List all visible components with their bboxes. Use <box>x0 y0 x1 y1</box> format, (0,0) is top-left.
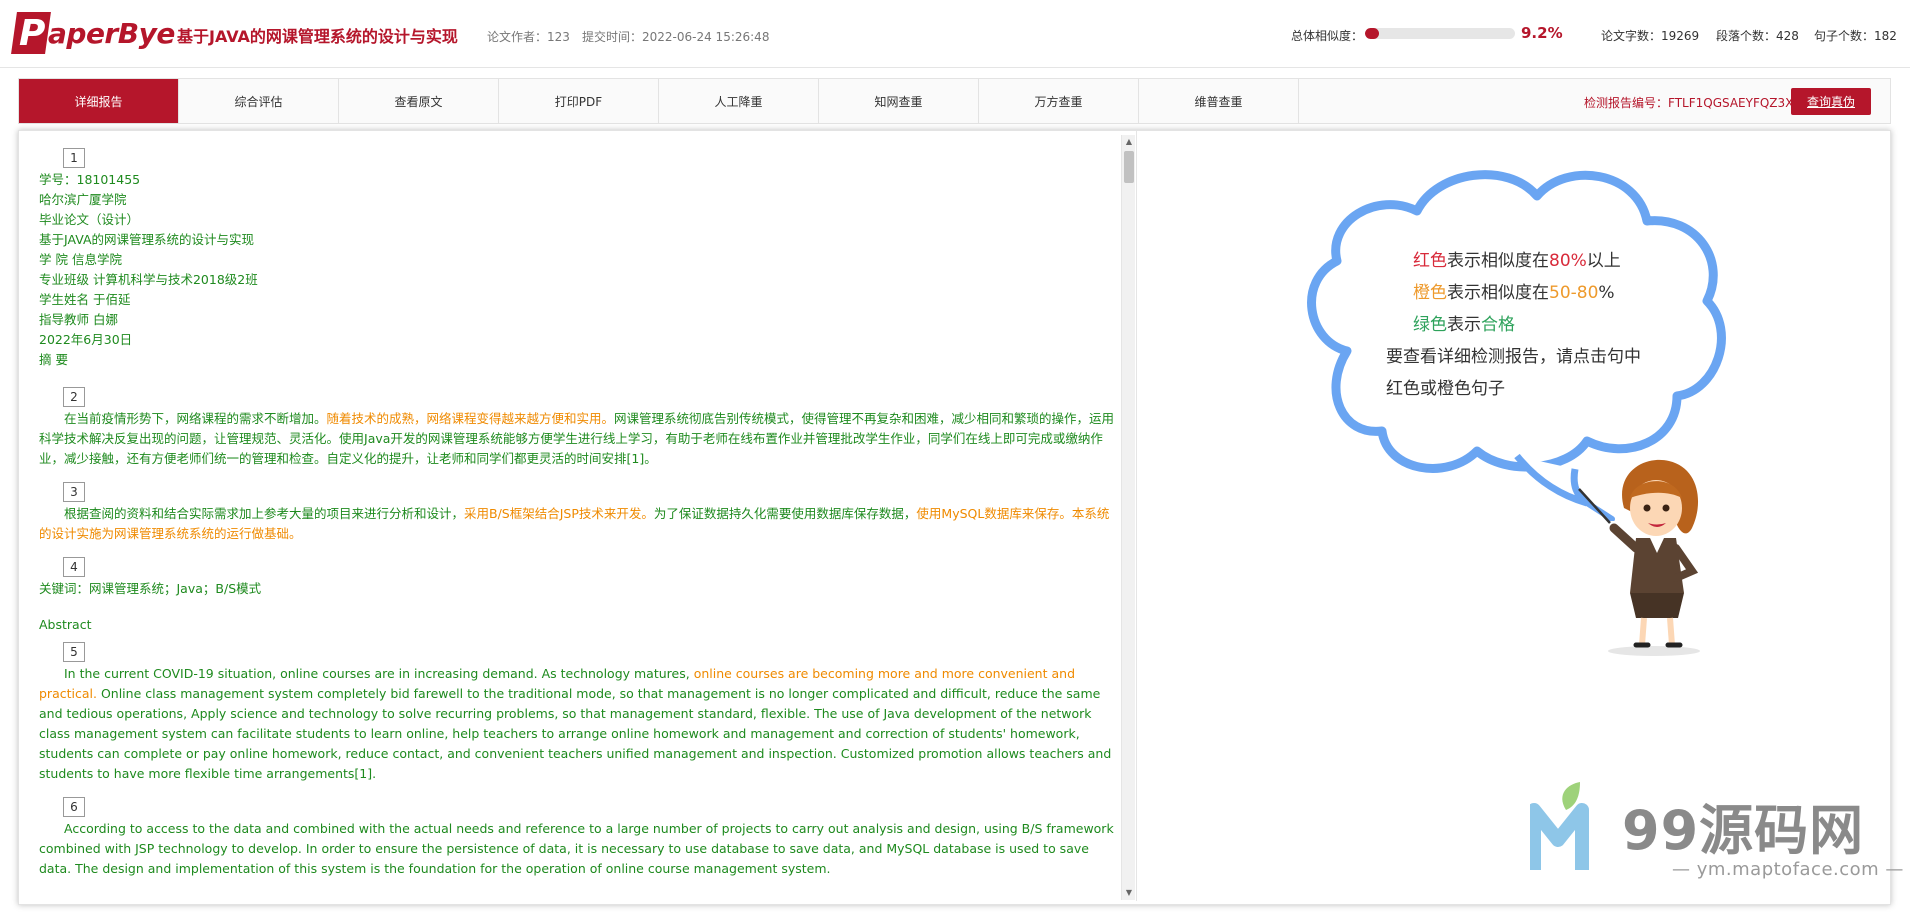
submit-time: 提交时间：2022-06-24 15:26:48 <box>582 30 770 44</box>
document-line[interactable]: 2022年6月30日 <box>39 330 1103 350</box>
document-scrollbar[interactable]: ▲ ▼ <box>1121 135 1135 900</box>
document-line[interactable]: 学号：18101455 <box>39 170 1103 190</box>
document-line[interactable]: 学 院 信息学院 <box>39 250 1103 270</box>
similarity-label: 总体相似度： <box>1291 29 1364 43</box>
legend-green-row: 绿色表示合格 <box>1413 315 1515 335</box>
paperbye-logo[interactable]: P aperBye <box>11 12 175 54</box>
sentence-green[interactable]: 根据查阅的资料和结合实际需求加上参考大量的项目来进行分析和设计， <box>64 506 464 521</box>
document-line[interactable]: 哈尔滨广厦学院 <box>39 190 1103 210</box>
document-line[interactable]: 基于JAVA的网课管理系统的设计与实现 <box>39 230 1103 250</box>
sentence-green[interactable]: In the current COVID-19 situation, onlin… <box>64 666 694 681</box>
scroll-up-arrow-icon[interactable]: ▲ <box>1122 135 1136 149</box>
document-line[interactable]: 毕业论文（设计） <box>39 210 1103 230</box>
tab-vip-check[interactable]: 维普查重 <box>1139 79 1299 123</box>
color-legend: 红色表示相似度在80%以上 橙色表示相似度在50-80% 绿色表示合格 要查看详… <box>1386 245 1641 405</box>
document-paragraph: 在当前疫情形势下，网络课程的需求不断增加。随着技术的成熟，网络课程变得越来越方便… <box>39 409 1118 469</box>
paragraph-number: 3 <box>63 482 85 502</box>
report-number: 检测报告编号：FTLF1QGSAEYFQZ3X <box>1584 96 1794 110</box>
sentence-green[interactable]: 在当前疫情形势下，网络课程的需求不断增加。 <box>64 411 327 426</box>
legend-hint-line: 要查看详细检测报告，请点击句中 <box>1386 347 1641 367</box>
document-paragraph: In the current COVID-19 situation, onlin… <box>39 664 1118 784</box>
document-paragraph: 根据查阅的资料和结合实际需求加上参考大量的项目来进行分析和设计，采用B/S框架结… <box>39 504 1118 544</box>
document-line[interactable]: 专业班级 计算机科学与技术2018级2班 <box>39 270 1103 290</box>
tab-detailed-report[interactable]: 详细报告 <box>19 79 179 123</box>
legend-red-row: 红色表示相似度在80%以上 <box>1413 251 1621 271</box>
author-label: 论文作者：123 <box>487 30 570 44</box>
tab-view-original[interactable]: 查看原文 <box>339 79 499 123</box>
legend-orange-row: 橙色表示相似度在50-80% <box>1413 283 1615 303</box>
logo-mark-icon: P <box>11 12 51 54</box>
paragraph-number: 5 <box>63 642 85 662</box>
tab-overall-assessment[interactable]: 综合评估 <box>179 79 339 123</box>
document-paragraph: According to access to the data and comb… <box>39 819 1118 879</box>
logo-text: aperBye <box>48 16 175 50</box>
tab-manual-rewrite[interactable]: 人工降重 <box>659 79 819 123</box>
verify-authenticity-button[interactable]: 查询真伪 <box>1791 88 1871 115</box>
document-line[interactable]: 指导教师 白娜 <box>39 310 1103 330</box>
scroll-down-arrow-icon[interactable]: ▼ <box>1122 886 1136 900</box>
paragraph-number: 1 <box>63 148 85 168</box>
scrollbar-thumb[interactable] <box>1124 151 1134 183</box>
top-header: P aperBye 基于JAVA的网课管理系统的设计与实现 论文作者：123 提… <box>0 0 1910 68</box>
word-count: 论文字数：19269 <box>1601 29 1700 43</box>
sentence-orange[interactable]: 随着技术的成熟，网络课程变得越来越方便和实用。 <box>327 411 615 426</box>
tab-wanfang-check[interactable]: 万方查重 <box>979 79 1139 123</box>
sentence-green[interactable]: 为了保证数据持久化需要使用数据库保存数据， <box>654 506 917 521</box>
abstract-title[interactable]: Abstract <box>39 615 1103 635</box>
similarity-progress-bar <box>1365 28 1515 39</box>
sentence-orange[interactable]: 采用B/S框架结合JSP技术来开发。 <box>464 506 654 521</box>
similarity-progress-fill <box>1365 28 1379 39</box>
report-tab-bar: 详细报告 综合评估 查看原文 打印PDF 人工降重 知网查重 万方查重 维普查重… <box>18 78 1891 124</box>
paragraph-count: 段落个数：428 <box>1716 29 1799 43</box>
document-pane[interactable]: 1 学号：18101455 哈尔滨广厦学院 毕业论文（设计） 基于JAVA的网课… <box>20 135 1118 903</box>
watermark-url: — ym.maptoface.com — <box>1672 859 1904 880</box>
paragraph-number: 4 <box>63 557 85 577</box>
sentence-green[interactable]: Online class management system completel… <box>39 686 1111 781</box>
document-line[interactable]: 学生姓名 于佰延 <box>39 290 1103 310</box>
tab-cnki-check[interactable]: 知网查重 <box>819 79 979 123</box>
paragraph-number: 6 <box>63 797 85 817</box>
teacher-illustration <box>1578 459 1700 656</box>
similarity-value: 9.2% <box>1521 24 1563 42</box>
document-line[interactable]: 摘 要 <box>39 350 1103 370</box>
legend-hint-line: 红色或橙色句子 <box>1386 379 1505 399</box>
sentence-green[interactable]: According to access to the data and comb… <box>39 821 1114 876</box>
sentence-count: 句子个数：182 <box>1814 29 1897 43</box>
paragraph-number: 2 <box>63 387 85 407</box>
paper-title: 基于JAVA的网课管理系统的设计与实现 <box>177 27 458 46</box>
tab-print-pdf[interactable]: 打印PDF <box>499 79 659 123</box>
keywords-line[interactable]: 关键词：网课管理系统；Java；B/S模式 <box>39 579 1103 599</box>
watermark-text: 99源码网 <box>1622 799 1865 862</box>
